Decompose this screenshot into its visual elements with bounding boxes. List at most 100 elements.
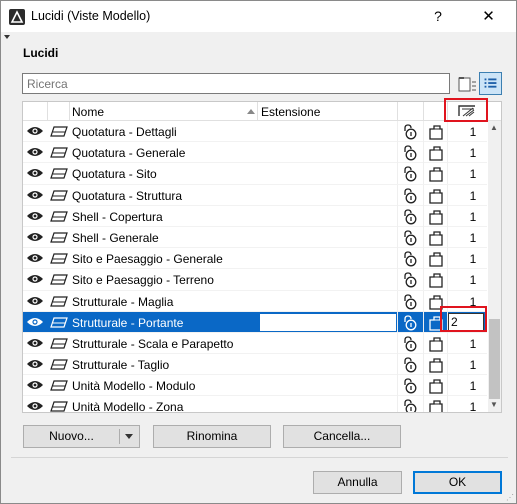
eye-icon[interactable]	[26, 252, 44, 267]
pen-weight-value[interactable]: 1	[463, 125, 483, 139]
eye-icon[interactable]	[26, 316, 44, 331]
table-row[interactable]: Sito e Paesaggio - Generale 1	[23, 248, 487, 270]
document-icon[interactable]	[428, 145, 444, 164]
lock-icon[interactable]	[402, 293, 418, 313]
pen-weight-value[interactable]: 1	[463, 167, 483, 181]
document-icon[interactable]	[428, 251, 444, 270]
lock-icon[interactable]	[402, 315, 418, 334]
table-row[interactable]: Quotatura - Generale 1	[23, 142, 487, 164]
table-row[interactable]: Strutturale - Portante 2	[23, 311, 487, 334]
lock-icon[interactable]	[402, 357, 418, 376]
pen-weight-value[interactable]: 1	[463, 189, 483, 203]
lock-icon[interactable]	[402, 166, 418, 185]
table-row[interactable]: Strutturale - Taglio 1	[23, 354, 487, 376]
layer-name: Strutturale - Taglio	[72, 358, 170, 373]
document-icon[interactable]	[428, 272, 444, 291]
column-divider	[423, 142, 424, 164]
pen-weight-value[interactable]: 1	[463, 231, 483, 245]
eye-icon[interactable]	[26, 295, 44, 310]
document-icon[interactable]	[428, 336, 444, 355]
pen-weight-value[interactable]: 1	[463, 337, 483, 351]
scroll-down-icon[interactable]: ▼	[490, 400, 498, 409]
column-divider	[423, 396, 424, 412]
header-extension[interactable]: Estensione	[261, 105, 320, 119]
lock-icon[interactable]	[402, 378, 418, 397]
rename-button[interactable]: Rinomina	[153, 425, 271, 448]
eye-icon[interactable]	[26, 231, 44, 246]
document-icon[interactable]	[428, 399, 444, 412]
document-icon[interactable]	[428, 209, 444, 228]
column-divider	[447, 396, 448, 412]
extension-field[interactable]	[260, 313, 396, 331]
eye-icon[interactable]	[26, 146, 44, 161]
lock-icon[interactable]	[402, 230, 418, 249]
layer-name: Unità Modello - Modulo	[72, 379, 196, 394]
table-row[interactable]: Unità Modello - Modulo 1	[23, 375, 487, 397]
eye-icon[interactable]	[26, 379, 44, 394]
eye-icon[interactable]	[26, 400, 44, 412]
eye-icon[interactable]	[26, 125, 44, 140]
document-icon[interactable]	[428, 230, 444, 249]
scroll-thumb[interactable]	[489, 319, 500, 399]
eye-icon[interactable]	[26, 273, 44, 288]
lock-icon[interactable]	[402, 124, 418, 143]
pen-weight-value[interactable]: 1	[463, 273, 483, 287]
eye-icon[interactable]	[26, 337, 44, 352]
layer-icon	[50, 338, 68, 352]
column-divider	[423, 269, 424, 291]
folder-tree-view-icon[interactable]	[456, 73, 478, 95]
column-divider	[423, 163, 424, 185]
cancel-button[interactable]: Annulla	[313, 471, 402, 494]
lock-icon[interactable]	[402, 336, 418, 355]
document-icon[interactable]	[428, 357, 444, 376]
table-row[interactable]: Shell - Generale 1	[23, 226, 487, 249]
eye-icon[interactable]	[26, 189, 44, 204]
column-divider	[447, 184, 448, 206]
table-row[interactable]: Unità Modello - Zona 1	[23, 396, 487, 412]
pen-weight-value[interactable]: 1	[463, 146, 483, 160]
lock-icon[interactable]	[402, 272, 418, 291]
collapse-triangle-icon[interactable]	[4, 35, 10, 39]
layer-icon	[50, 126, 68, 140]
pen-weight-value[interactable]: 1	[463, 379, 483, 393]
lock-icon[interactable]	[402, 399, 418, 412]
lock-icon[interactable]	[402, 145, 418, 164]
vertical-scrollbar[interactable]: ▲ ▼	[488, 121, 501, 412]
ok-button[interactable]: OK	[413, 471, 502, 494]
lock-icon[interactable]	[402, 187, 418, 207]
title-bar: Lucidi (Viste Modello) ? ✕	[1, 1, 516, 32]
header-name[interactable]: Nome	[72, 105, 104, 119]
table-row[interactable]: Strutturale - Scala e Parapetto 1	[23, 332, 487, 355]
layer-icon	[50, 295, 68, 310]
eye-icon[interactable]	[26, 167, 44, 182]
new-button[interactable]: Nuovo...	[23, 425, 140, 448]
lock-icon[interactable]	[402, 251, 418, 270]
eye-icon[interactable]	[26, 358, 44, 373]
chevron-down-icon[interactable]	[125, 434, 133, 439]
table-row[interactable]: Quotatura - Sito 1	[23, 163, 487, 185]
pen-weight-value[interactable]: 1	[463, 210, 483, 224]
document-icon[interactable]	[428, 124, 444, 143]
table-row[interactable]: Quotatura - Struttura 1	[23, 184, 487, 207]
close-button[interactable]: ✕	[461, 1, 516, 32]
delete-button[interactable]: Cancella...	[283, 425, 401, 448]
table-row[interactable]: Sito e Paesaggio - Terreno 1	[23, 269, 487, 291]
eye-icon[interactable]	[26, 210, 44, 225]
table-row[interactable]: Quotatura - Dettagli 1	[23, 121, 487, 143]
table-row[interactable]: Shell - Copertura 1	[23, 205, 487, 228]
pen-weight-value[interactable]: 1	[463, 400, 483, 412]
layer-name: Strutturale - Portante	[72, 315, 184, 330]
resize-grip-icon[interactable]: ⋰	[506, 493, 514, 502]
help-button[interactable]: ?	[415, 1, 461, 32]
document-icon[interactable]	[428, 188, 444, 207]
table-row[interactable]: Strutturale - Maglia 1	[23, 290, 487, 313]
scroll-up-icon[interactable]: ▲	[490, 123, 498, 132]
document-icon[interactable]	[428, 166, 444, 185]
list-view-icon[interactable]	[479, 72, 502, 95]
document-icon[interactable]	[428, 378, 444, 397]
pen-weight-value[interactable]: 1	[463, 252, 483, 266]
search-input[interactable]	[22, 73, 450, 94]
lock-icon[interactable]	[402, 209, 418, 228]
column-divider	[397, 311, 398, 333]
pen-weight-value[interactable]: 1	[463, 358, 483, 372]
